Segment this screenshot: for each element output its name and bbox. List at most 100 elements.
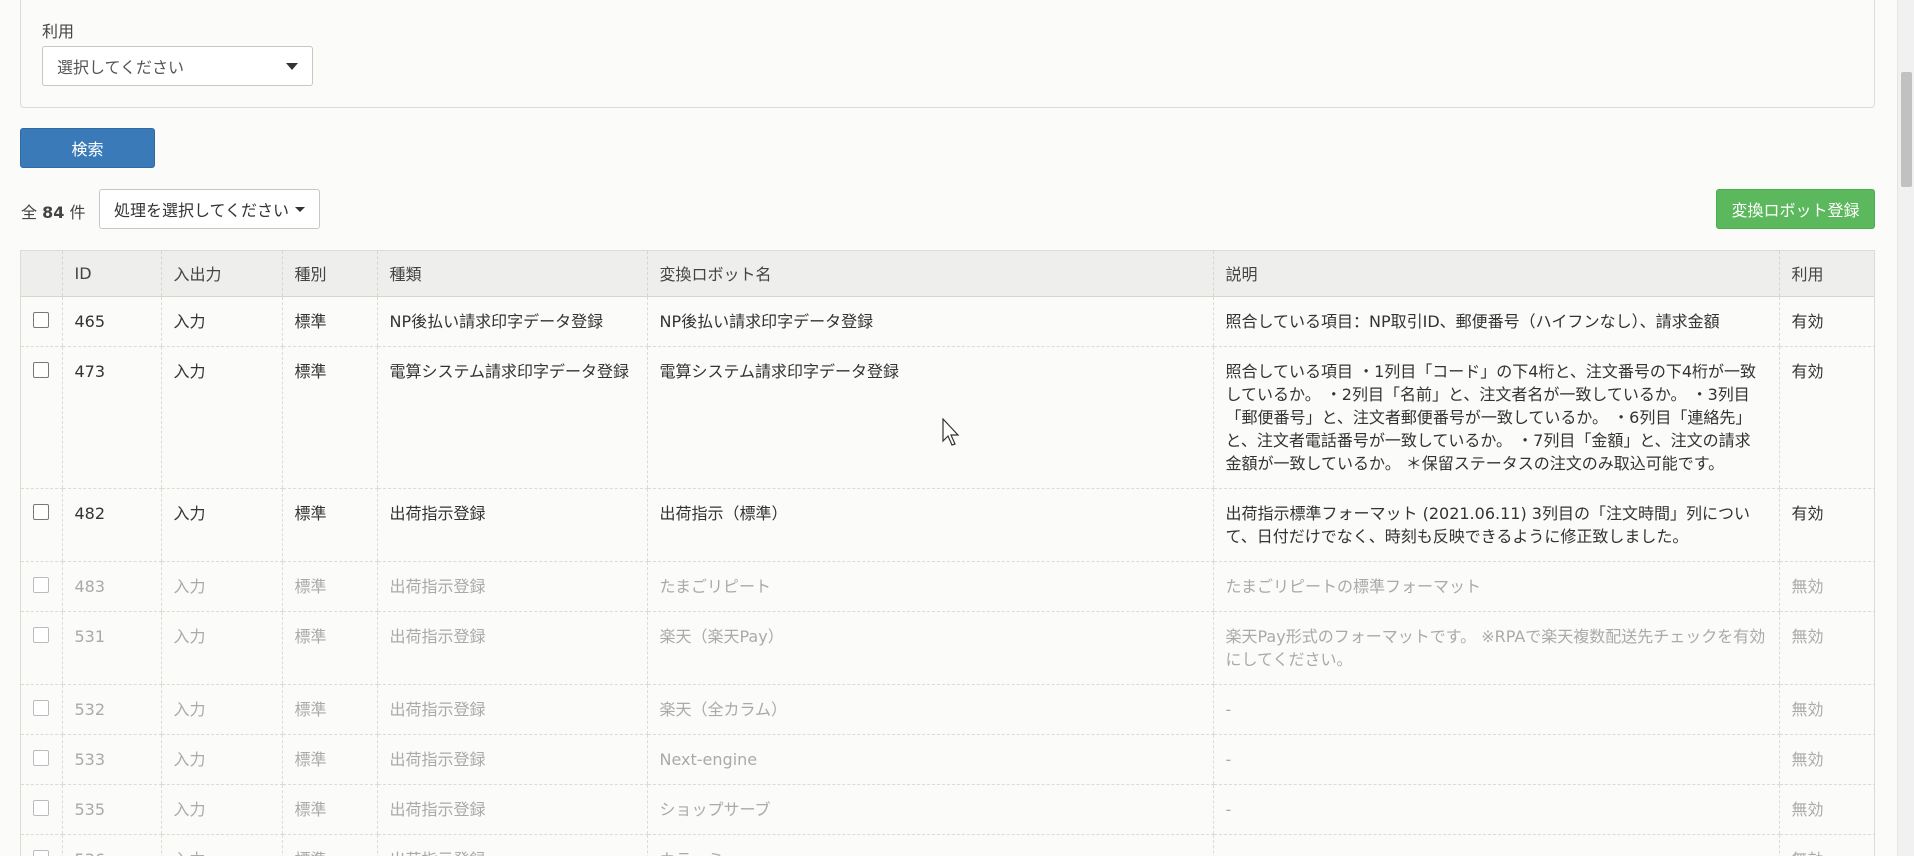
- row-checkbox[interactable]: [33, 749, 50, 766]
- row-checkbox[interactable]: [33, 699, 50, 716]
- cell-kind: 標準: [281, 561, 377, 612]
- cell-description: たまごリピートの標準フォーマット: [1212, 561, 1779, 612]
- cell-usage: 有効: [1778, 488, 1874, 562]
- cell-usage: 有効: [1778, 346, 1874, 489]
- cell-io: 入力: [160, 296, 282, 347]
- row-checkbox[interactable]: [33, 799, 50, 816]
- table-row[interactable]: 531 入力 標準 出荷指示登録 楽天（楽天Pay） 楽天Pay形式のフォーマットです。 …: [21, 611, 1874, 685]
- cell-kind: 標準: [281, 346, 377, 489]
- count-value: 84: [42, 203, 65, 222]
- row-checkbox[interactable]: [33, 849, 50, 856]
- cell-type: 出荷指示登録: [376, 784, 647, 835]
- vertical-scrollbar[interactable]: [1897, 0, 1914, 856]
- cell-kind: 標準: [281, 784, 377, 835]
- bulk-action-select[interactable]: 処理を選択してください: [99, 189, 320, 229]
- cell-robot-name: 楽天（楽天Pay）: [646, 611, 1213, 685]
- table-row[interactable]: 473 入力 標準 電算システム請求印字データ登録 電算システム請求印字データ登録 照合し…: [21, 346, 1874, 489]
- row-checkbox[interactable]: [33, 311, 50, 328]
- cell-type: 出荷指示登録: [376, 561, 647, 612]
- cell-type: NP後払い請求印字データ登録: [376, 296, 647, 347]
- cell-robot-name: カラーミー: [646, 834, 1213, 856]
- row-checkbox[interactable]: [33, 361, 50, 378]
- count-prefix: 全: [21, 203, 38, 222]
- cell-kind: 標準: [281, 834, 377, 856]
- usage-filter-value: 選択してください: [57, 58, 185, 77]
- cell-io: 入力: [160, 734, 282, 785]
- row-checkbox[interactable]: [33, 626, 50, 643]
- usage-filter-select[interactable]: 選択してください: [42, 46, 313, 86]
- robot-table: ID 入出力 種別 種類 変換ロボット名 説明 利用 465 入力 標準 NP後払い請…: [20, 250, 1875, 856]
- row-select-cell: [21, 684, 62, 735]
- table-row[interactable]: 532 入力 標準 出荷指示登録 楽天（全カラム） - 無効: [21, 684, 1874, 735]
- header-usage[interactable]: 利用: [1778, 251, 1874, 297]
- table-row[interactable]: 533 入力 標準 出荷指示登録 Next-engine - 無効: [21, 734, 1874, 785]
- filter-panel: 利用 選択してください: [20, 0, 1875, 108]
- cell-usage: 有効: [1778, 296, 1874, 347]
- table-header-row: ID 入出力 種別 種類 変換ロボット名 説明 利用: [21, 251, 1874, 297]
- cell-io: 入力: [160, 784, 282, 835]
- table-row[interactable]: 536入力標準出荷指示登録カラーミー-無効: [21, 834, 1874, 856]
- cell-usage: 無効: [1778, 784, 1874, 835]
- row-select-cell: [21, 734, 62, 785]
- cell-io: 入力: [160, 611, 282, 685]
- cell-description: 出荷指示標準フォーマット (2021.06.11) 3列目の「注文時間」列につい…: [1212, 488, 1779, 562]
- cell-id: 533: [61, 734, 161, 785]
- cell-robot-name: 出荷指示（標準）: [646, 488, 1213, 562]
- header-type[interactable]: 種類: [376, 251, 647, 297]
- cell-usage: 無効: [1778, 734, 1874, 785]
- cell-robot-name: 楽天（全カラム）: [646, 684, 1213, 735]
- cell-description: 照合している項目 ・1列目「コード」の下4桁と、注文番号の下4桁が一致しているか…: [1212, 346, 1779, 489]
- table-row[interactable]: 483 入力 標準 出荷指示登録 たまごリピート たまごリピートの標準フォーマット 無効: [21, 561, 1874, 612]
- cell-type: 出荷指示登録: [376, 611, 647, 685]
- cell-description: -: [1212, 784, 1779, 835]
- mouse-pointer-icon: [942, 418, 960, 446]
- row-select-cell: [21, 488, 62, 562]
- table-row[interactable]: 465 入力 標準 NP後払い請求印字データ登録 NP後払い請求印字データ登録 照合してい…: [21, 296, 1874, 347]
- row-select-cell: [21, 784, 62, 835]
- header-id[interactable]: ID: [61, 251, 161, 297]
- cell-robot-name: 電算システム請求印字データ登録: [646, 346, 1213, 489]
- table-row[interactable]: 535 入力 標準 出荷指示登録 ショップサーブ - 無効: [21, 784, 1874, 835]
- count-suffix: 件: [69, 203, 86, 222]
- cell-description: 楽天Pay形式のフォーマットです。 ※RPAで楽天複数配送先チェックを有効にして…: [1212, 611, 1779, 685]
- row-checkbox[interactable]: [33, 576, 50, 593]
- row-select-cell: [21, 346, 62, 489]
- cell-type: 電算システム請求印字データ登録: [376, 346, 647, 489]
- cell-id: 531: [61, 611, 161, 685]
- cell-robot-name: ショップサーブ: [646, 784, 1213, 835]
- cell-kind: 標準: [281, 488, 377, 562]
- search-button[interactable]: 検索: [20, 128, 155, 168]
- cell-robot-name: Next-engine: [646, 734, 1213, 785]
- header-io[interactable]: 入出力: [160, 251, 282, 297]
- cell-id: 535: [61, 784, 161, 835]
- row-select-cell: [21, 561, 62, 612]
- cell-type: 出荷指示登録: [376, 834, 647, 856]
- cell-type: 出荷指示登録: [376, 488, 647, 562]
- cell-id: 465: [61, 296, 161, 347]
- header-kind[interactable]: 種別: [281, 251, 377, 297]
- cell-usage: 無効: [1778, 684, 1874, 735]
- cell-io: 入力: [160, 346, 282, 489]
- header-robot-name[interactable]: 変換ロボット名: [646, 251, 1213, 297]
- cell-id: 532: [61, 684, 161, 735]
- cell-description: -: [1212, 684, 1779, 735]
- cell-kind: 標準: [281, 734, 377, 785]
- cell-usage: 無効: [1778, 561, 1874, 612]
- cell-description: 照合している項目：NP取引ID、郵便番号（ハイフンなし）、請求金額: [1212, 296, 1779, 347]
- caret-down-icon: [295, 206, 306, 212]
- cell-id: 482: [61, 488, 161, 562]
- cell-io: 入力: [160, 488, 282, 562]
- row-select-cell: [21, 834, 62, 856]
- row-checkbox[interactable]: [33, 503, 50, 520]
- caret-down-icon: [286, 62, 298, 70]
- cell-id: 483: [61, 561, 161, 612]
- table-row[interactable]: 482 入力 標準 出荷指示登録 出荷指示（標準） 出荷指示標準フォーマット (2021.…: [21, 488, 1874, 562]
- header-description[interactable]: 説明: [1212, 251, 1779, 297]
- bulk-action-label: 処理を選択してください: [113, 201, 290, 220]
- cell-id: 536: [61, 834, 161, 856]
- cell-robot-name: NP後払い請求印字データ登録: [646, 296, 1213, 347]
- cell-kind: 標準: [281, 611, 377, 685]
- add-robot-button[interactable]: 変換ロボット登録: [1716, 189, 1875, 229]
- scrollbar-thumb[interactable]: [1901, 72, 1912, 187]
- cell-io: 入力: [160, 834, 282, 856]
